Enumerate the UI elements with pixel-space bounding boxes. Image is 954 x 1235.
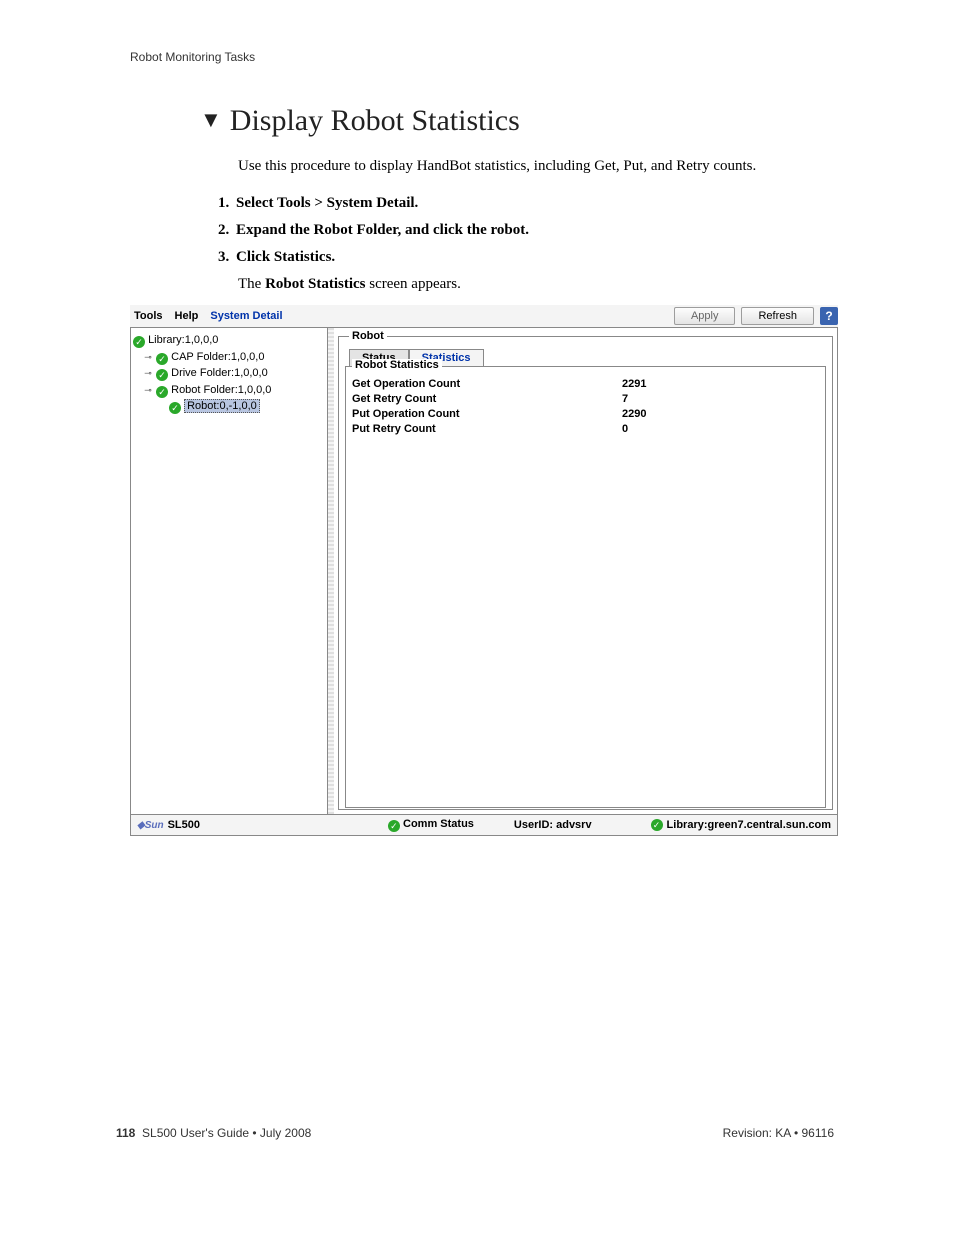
stat-label: Put Retry Count: [352, 422, 622, 437]
expand-icon[interactable]: ⊸: [143, 367, 153, 381]
user-id: UserID: advsrv: [514, 819, 592, 831]
result-suffix: screen appears.: [366, 276, 461, 292]
tree-node-drive[interactable]: ⊸ ✓ Drive Folder:1,0,0,0: [133, 365, 325, 382]
section-title-text: Display Robot Statistics: [230, 104, 520, 137]
apply-button[interactable]: Apply: [674, 307, 736, 325]
stat-label: Put Operation Count: [352, 407, 622, 422]
check-icon: ✓: [651, 819, 663, 831]
main-panel: Robot Status Statistics Robot Statistics…: [334, 328, 837, 814]
collapse-icon[interactable]: ⊸: [143, 384, 153, 398]
step-number: 3.: [218, 249, 236, 266]
step-text: Select Tools > System Detail.: [236, 195, 418, 211]
expand-icon[interactable]: ⊸: [143, 351, 153, 365]
tree-panel: ✓ Library:1,0,0,0 ⊸ ✓ CAP Folder:1,0,0,0…: [131, 328, 328, 814]
app-window: Tools Help System Detail Apply Refresh ?…: [130, 305, 838, 836]
inner-group-title: Robot Statistics: [352, 359, 442, 371]
result-prefix: The: [238, 276, 265, 292]
running-header: Robot Monitoring Tasks: [130, 50, 839, 64]
library-host: Library:green7.central.sun.com: [667, 819, 831, 831]
page-number: 118: [116, 1126, 135, 1140]
menu-help[interactable]: Help: [175, 310, 199, 322]
tree-label: Robot:0,-1,0,0: [184, 399, 260, 413]
tree-label: Robot Folder:1,0,0,0: [171, 384, 271, 396]
groupbox-title: Robot: [349, 330, 387, 342]
step-number: 1.: [218, 195, 236, 212]
menu-tools[interactable]: Tools: [134, 310, 163, 322]
procedure-steps: 1.Select Tools > System Detail. 2.Expand…: [218, 195, 839, 266]
statistics-groupbox: Robot Statistics Get Operation Count Get…: [345, 366, 826, 808]
stat-value: 2290: [622, 407, 646, 422]
page-footer: 118 SL500 User's Guide • July 2008 Revis…: [116, 1126, 834, 1140]
stat-label: Get Retry Count: [352, 392, 622, 407]
triangle-down-icon: ▼: [200, 107, 222, 132]
tree-node-robot[interactable]: ✓ Robot:0,-1,0,0: [133, 398, 325, 415]
tree-label: Drive Folder:1,0,0,0: [171, 367, 268, 379]
help-button[interactable]: ?: [820, 307, 838, 325]
check-icon: ✓: [156, 353, 168, 365]
section-intro: Use this procedure to display HandBot st…: [238, 156, 839, 177]
step-result: The Robot Statistics screen appears.: [238, 276, 839, 293]
check-icon: ✓: [133, 336, 145, 348]
result-bold: Robot Statistics: [265, 276, 365, 292]
check-icon: ✓: [156, 386, 168, 398]
tree-node-robot-folder[interactable]: ⊸ ✓ Robot Folder:1,0,0,0: [133, 382, 325, 399]
step-number: 2.: [218, 222, 236, 239]
status-bar: ◆Sun SL500 ✓ Comm Status UserID: advsrv …: [130, 815, 838, 836]
stat-value: 2291: [622, 377, 646, 392]
tree-label: CAP Folder:1,0,0,0: [171, 351, 264, 363]
menu-system-detail[interactable]: System Detail: [210, 310, 282, 322]
comm-status: Comm Status: [403, 818, 474, 830]
tree-node-library[interactable]: ✓ Library:1,0,0,0: [133, 332, 325, 349]
refresh-button[interactable]: Refresh: [741, 307, 814, 325]
stat-value: 7: [622, 392, 646, 407]
footer-revision: Revision: KA • 96116: [723, 1126, 834, 1140]
check-icon: ✓: [169, 402, 181, 414]
step-text: Click Statistics.: [236, 249, 335, 265]
product-label: SL500: [168, 819, 200, 831]
section-title: ▼ Display Robot Statistics: [200, 104, 839, 138]
check-icon: ✓: [156, 369, 168, 381]
stat-value: 0: [622, 422, 646, 437]
tree-label: Library:1,0,0,0: [148, 334, 218, 346]
menu-bar: Tools Help System Detail Apply Refresh ?: [130, 305, 838, 327]
tree-node-cap[interactable]: ⊸ ✓ CAP Folder:1,0,0,0: [133, 349, 325, 366]
check-icon: ✓: [388, 820, 400, 832]
footer-book: SL500 User's Guide • July 2008: [142, 1126, 311, 1140]
sun-logo-icon: ◆Sun: [137, 820, 164, 831]
step-text: Expand the Robot Folder, and click the r…: [236, 222, 529, 238]
robot-groupbox: Robot Status Statistics Robot Statistics…: [338, 336, 833, 810]
stat-label: Get Operation Count: [352, 377, 622, 392]
